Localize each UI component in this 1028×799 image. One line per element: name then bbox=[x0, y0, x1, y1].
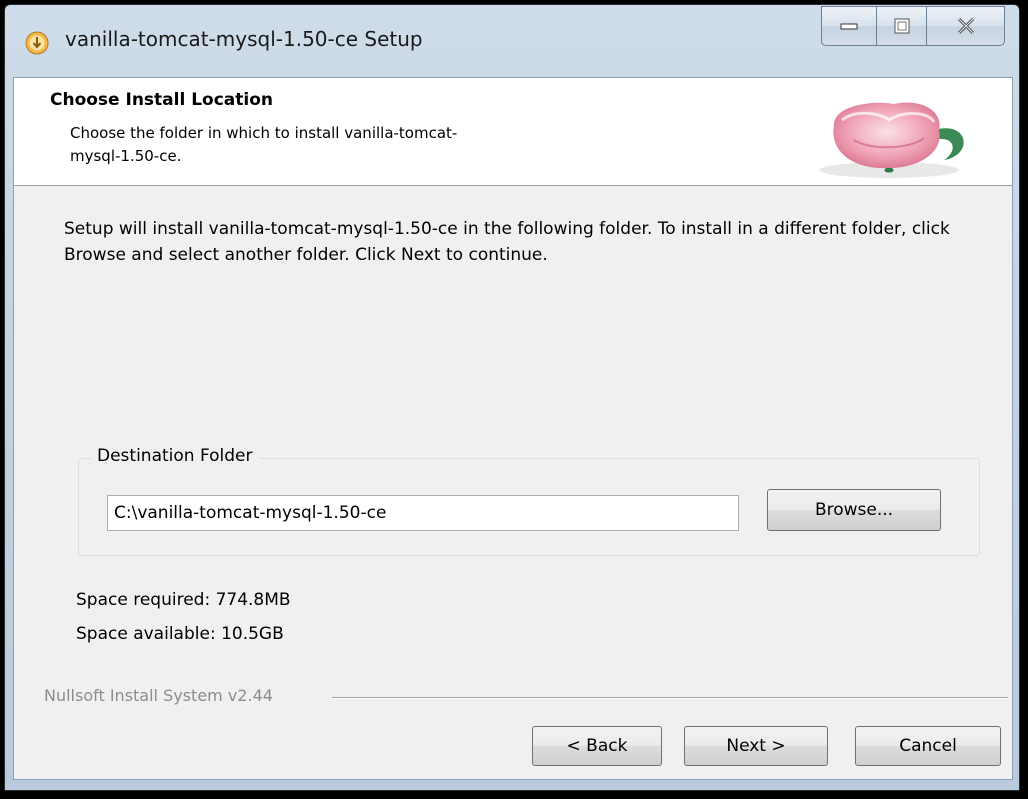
minimize-icon bbox=[840, 23, 858, 30]
dialog-client-area: Choose Install Location Choose the folde… bbox=[13, 77, 1013, 780]
nsis-branding: Nullsoft Install System v2.44 bbox=[44, 686, 273, 705]
destination-path-input[interactable] bbox=[107, 495, 739, 531]
page-subtitle: Choose the folder in which to install va… bbox=[70, 124, 458, 165]
cancel-button[interactable]: Cancel bbox=[855, 726, 1001, 766]
minimize-button[interactable] bbox=[821, 6, 877, 46]
installer-icon bbox=[25, 31, 49, 55]
setup-window: vanilla-tomcat-mysql-1.50-ce Setup Choos… bbox=[4, 4, 1020, 791]
destination-folder-label: Destination Folder bbox=[91, 446, 259, 466]
footer-divider bbox=[332, 697, 1008, 699]
page-title: Choose Install Location bbox=[50, 90, 274, 110]
window-title: vanilla-tomcat-mysql-1.50-ce Setup bbox=[65, 27, 423, 51]
destination-folder-group: Destination Folder Browse... bbox=[78, 446, 980, 556]
intro-text: Setup will install vanilla-tomcat-mysql-… bbox=[64, 219, 950, 265]
browse-button[interactable]: Browse... bbox=[767, 489, 941, 531]
title-bar[interactable]: vanilla-tomcat-mysql-1.50-ce Setup bbox=[5, 5, 1019, 77]
page-header: Choose Install Location Choose the folde… bbox=[14, 78, 1012, 186]
caption-buttons bbox=[821, 6, 1005, 46]
space-required-text: Space required: 774.8MB bbox=[76, 590, 291, 610]
maximize-button[interactable] bbox=[877, 6, 927, 46]
back-button[interactable]: < Back bbox=[532, 726, 662, 766]
next-button[interactable]: Next > bbox=[684, 726, 828, 766]
close-icon bbox=[957, 17, 974, 35]
space-available-text: Space available: 10.5GB bbox=[76, 624, 284, 644]
maximize-icon bbox=[894, 18, 909, 34]
close-button[interactable] bbox=[927, 6, 1005, 46]
teacup-logo bbox=[819, 102, 964, 178]
